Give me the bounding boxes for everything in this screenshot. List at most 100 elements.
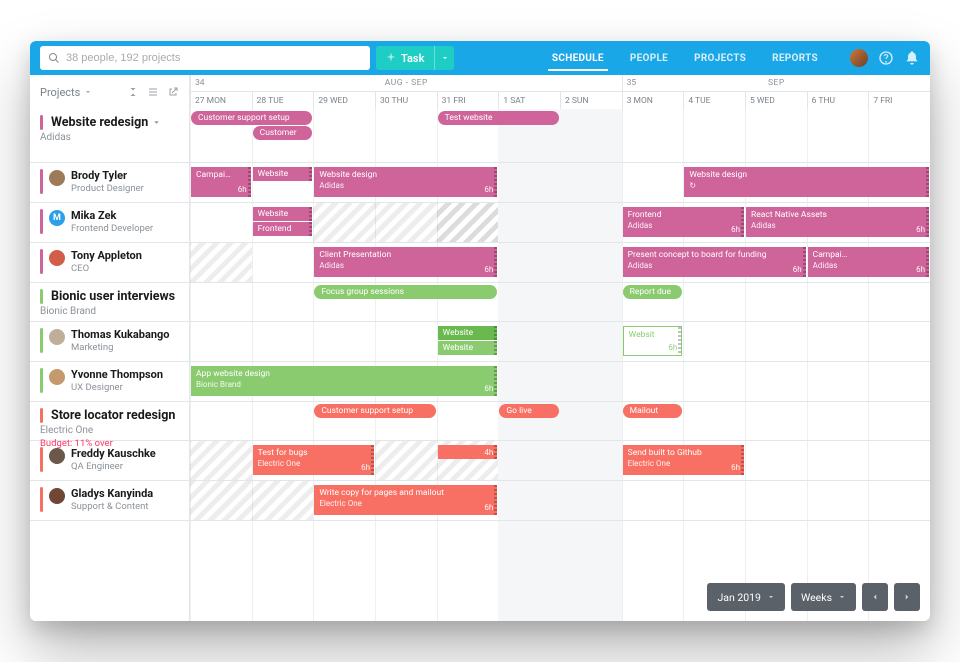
nav-reports[interactable]: REPORTS: [770, 53, 820, 64]
task-bar[interactable]: Mailout: [623, 404, 683, 418]
person-name[interactable]: Brody Tyler: [71, 169, 144, 182]
day-header[interactable]: 1 SAT: [498, 91, 560, 109]
task-bar[interactable]: Website: [253, 167, 313, 181]
avatar[interactable]: [49, 488, 65, 504]
avatar[interactable]: [49, 170, 65, 186]
date-jump-button[interactable]: Jan 2019: [707, 583, 785, 611]
day-header[interactable]: 27 MON: [190, 91, 252, 109]
task-bar[interactable]: App website designBionic Brand6h: [191, 366, 497, 396]
task-label: Send built to Github: [628, 448, 702, 458]
task-bar[interactable]: Website: [438, 341, 498, 355]
task-bar[interactable]: Websit6h: [623, 326, 683, 356]
day-header[interactable]: 31 FRI: [437, 91, 499, 109]
new-task-dropdown[interactable]: [434, 46, 454, 70]
person-name[interactable]: Yvonne Thompson: [71, 368, 163, 381]
person-row: Yvonne Thompson UX Designer: [30, 362, 189, 402]
task-bar[interactable]: 4h: [438, 445, 498, 459]
task-bar[interactable]: Website designAdidas6h: [314, 167, 497, 197]
task-bar[interactable]: Report due: [623, 285, 683, 299]
task-bar[interactable]: Website: [253, 207, 313, 221]
search-box[interactable]: [40, 46, 370, 70]
day-header[interactable]: 29 WED: [313, 91, 375, 109]
person-row: Gladys Kanyinda Support & Content: [30, 481, 189, 521]
timeline-row[interactable]: Customer support setup Test website Custom…: [190, 109, 930, 163]
avatar[interactable]: [49, 250, 65, 266]
task-hours: 4h: [484, 448, 493, 458]
person-row: Brody Tyler Product Designer: [30, 163, 189, 203]
task-bar[interactable]: Campai…Adidas6h: [808, 247, 929, 277]
day-header[interactable]: 4 TUE: [683, 91, 745, 109]
next-button[interactable]: [894, 583, 920, 611]
person-name[interactable]: Tony Appleton: [71, 249, 142, 262]
task-bar[interactable]: Focus group sessions: [314, 285, 497, 299]
help-button[interactable]: [878, 50, 894, 66]
task-bar[interactable]: Website: [438, 326, 498, 340]
collapse-icon[interactable]: [127, 86, 139, 98]
project-title[interactable]: Bionic user interviews: [40, 289, 179, 304]
person-name[interactable]: Freddy Kauschke: [71, 447, 156, 460]
projects-header[interactable]: Projects: [30, 75, 189, 109]
day-header[interactable]: 2 SUN: [560, 91, 622, 109]
week-band: 35 SEP: [622, 75, 930, 91]
nav-schedule[interactable]: SCHEDULE: [550, 53, 606, 64]
timeline-row[interactable]: Test for bugsElectric One6h 4h Send built …: [190, 441, 930, 481]
timeline-row[interactable]: WebsiteFrontend FrontendAdidas6hReact Nat…: [190, 203, 930, 243]
prev-button[interactable]: [862, 583, 888, 611]
timeline-row[interactable]: Customer support setup Go live Mailout: [190, 402, 930, 441]
search-input[interactable]: [66, 52, 362, 64]
avatar[interactable]: [49, 448, 65, 464]
task-bar[interactable]: Write copy for pages and mailoutElectric…: [314, 485, 497, 515]
timeline-row[interactable]: Focus group sessions Report due: [190, 283, 930, 322]
day-header[interactable]: 6 THU: [807, 91, 869, 109]
task-bar[interactable]: Frontend: [253, 222, 313, 236]
timeline-row[interactable]: Client PresentationAdidas6h Present conce…: [190, 243, 930, 283]
timeline-row[interactable]: Campai…6hWebsiteWebsite designAdidas6h We…: [190, 163, 930, 203]
day-header[interactable]: 30 THU: [375, 91, 437, 109]
avatar[interactable]: [850, 49, 868, 67]
day-header[interactable]: 5 WED: [745, 91, 807, 109]
timeline-row[interactable]: App website designBionic Brand6h: [190, 362, 930, 402]
task-bar[interactable]: Present concept to board for fundingAdid…: [623, 247, 806, 277]
project-title[interactable]: Store locator redesign: [40, 408, 179, 423]
day-header[interactable]: 3 MON: [622, 91, 684, 109]
avatar[interactable]: [49, 329, 65, 345]
timeline-row[interactable]: Write copy for pages and mailoutElectric…: [190, 481, 930, 521]
notifications-button[interactable]: [904, 50, 920, 66]
task-bar[interactable]: Customer support setup: [314, 404, 435, 418]
chevron-down-icon[interactable]: [152, 118, 161, 127]
avatar[interactable]: M: [49, 210, 65, 226]
task-bar[interactable]: Client PresentationAdidas6h: [314, 247, 497, 277]
search-icon: [48, 49, 60, 68]
person-name[interactable]: Thomas Kukabango: [71, 328, 170, 341]
task-bar[interactable]: Campai…6h: [191, 167, 251, 197]
day-header[interactable]: 28 TUE: [252, 91, 314, 109]
task-bar[interactable]: FrontendAdidas6h: [623, 207, 744, 237]
task-bar[interactable]: Customer: [253, 126, 313, 140]
timeline-area[interactable]: 34 AUG - SEP35 SEP 27 MON28 TUE29 WED30 T…: [190, 75, 930, 621]
project-title[interactable]: Website redesign: [40, 115, 179, 130]
person-name[interactable]: Gladys Kanyinda: [71, 487, 153, 500]
nav-people[interactable]: PEOPLE: [628, 53, 670, 64]
day-header[interactable]: 7 FRI: [868, 91, 930, 109]
task-bar[interactable]: Test for bugsElectric One6h: [253, 445, 374, 475]
new-task-button[interactable]: Task: [376, 46, 434, 70]
person-row: Freddy Kauschke QA Engineer: [30, 441, 189, 481]
task-bar[interactable]: React Native AssetsAdidas6h: [746, 207, 929, 237]
avatar[interactable]: [49, 369, 65, 385]
person-role: Frontend Developer: [71, 223, 153, 234]
task-hours: 6h: [731, 462, 740, 474]
week-number: 35: [627, 78, 637, 88]
timeline-row[interactable]: WebsiteWebsite Websit6h: [190, 322, 930, 362]
task-bar[interactable]: Test website: [438, 111, 559, 125]
task-label: Mailout: [630, 406, 659, 416]
list-icon[interactable]: [147, 86, 159, 98]
week-band: 34 AUG - SEP: [190, 75, 622, 91]
task-bar[interactable]: Go live: [499, 404, 559, 418]
task-bar[interactable]: Send built to GithubElectric One6h: [623, 445, 744, 475]
scale-button[interactable]: Weeks: [791, 583, 856, 611]
external-icon[interactable]: [167, 86, 179, 98]
task-bar[interactable]: Website design↻: [684, 167, 929, 197]
nav-projects[interactable]: PROJECTS: [692, 53, 748, 64]
task-bar[interactable]: Customer support setup: [191, 111, 312, 125]
person-name[interactable]: Mika Zek: [71, 209, 153, 222]
